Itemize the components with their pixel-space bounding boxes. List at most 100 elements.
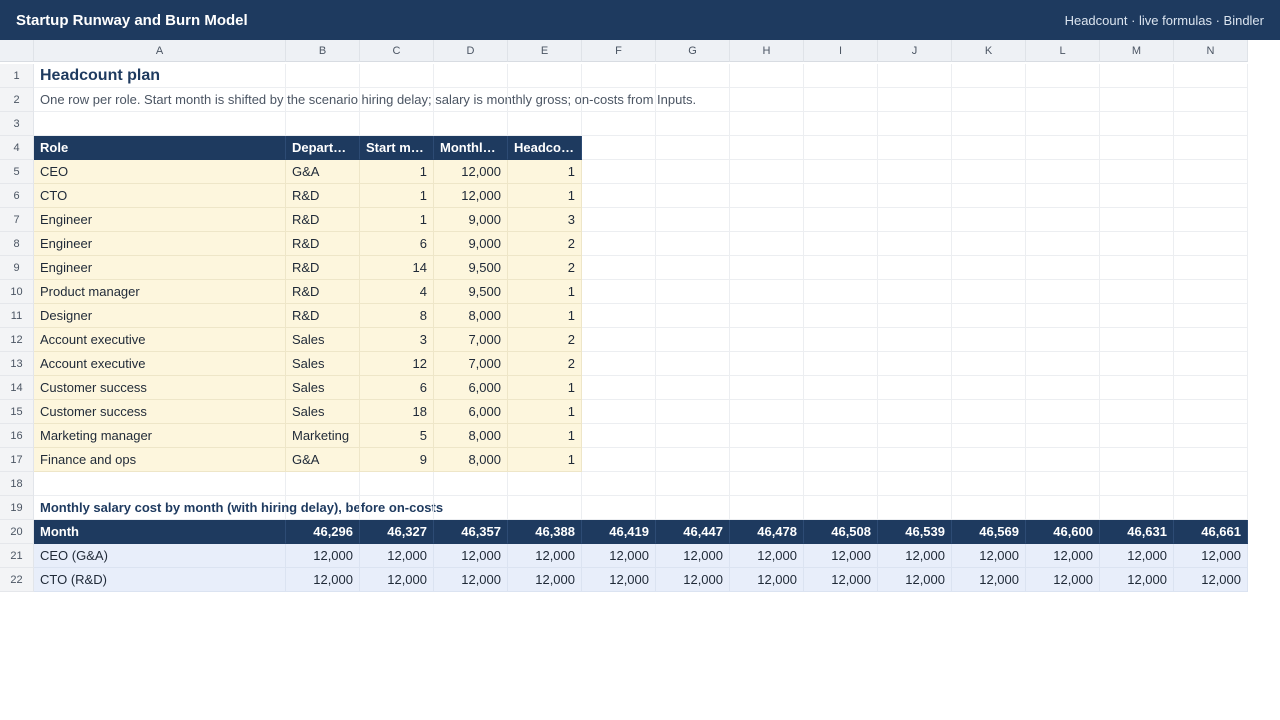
cell[interactable] xyxy=(952,64,1026,88)
cell[interactable] xyxy=(1100,256,1174,280)
row-header-2[interactable]: 2 xyxy=(0,88,34,112)
cell[interactable] xyxy=(804,280,878,304)
cell[interactable] xyxy=(360,496,434,520)
cell[interactable] xyxy=(804,424,878,448)
role-cell[interactable]: 12 xyxy=(360,352,434,376)
cell[interactable] xyxy=(1100,400,1174,424)
salary-cell[interactable]: 12,000 xyxy=(1026,544,1100,568)
cell[interactable] xyxy=(1100,352,1174,376)
cell[interactable] xyxy=(952,376,1026,400)
role-cell[interactable]: 6,000 xyxy=(434,400,508,424)
column-header-h[interactable]: H xyxy=(730,40,804,62)
salary-cell[interactable]: 12,000 xyxy=(360,568,434,592)
cell[interactable] xyxy=(1026,352,1100,376)
role-cell[interactable]: Account executive xyxy=(34,328,286,352)
cell[interactable] xyxy=(804,328,878,352)
salary-month-header[interactable]: 46,296 xyxy=(286,520,360,544)
role-cell[interactable]: 2 xyxy=(508,328,582,352)
cell[interactable] xyxy=(730,496,804,520)
cell[interactable] xyxy=(804,232,878,256)
row-header-19[interactable]: 19 xyxy=(0,496,34,520)
cell[interactable] xyxy=(804,352,878,376)
salary-month-header[interactable]: 46,388 xyxy=(508,520,582,544)
column-header-b[interactable]: B xyxy=(286,40,360,62)
cell[interactable] xyxy=(1026,280,1100,304)
cell[interactable] xyxy=(434,472,508,496)
cell[interactable] xyxy=(1100,64,1174,88)
column-header-e[interactable]: E xyxy=(508,40,582,62)
cell[interactable] xyxy=(804,496,878,520)
salary-cell[interactable]: 12,000 xyxy=(582,568,656,592)
cell[interactable] xyxy=(508,112,582,136)
cell[interactable] xyxy=(952,424,1026,448)
cell[interactable] xyxy=(878,496,952,520)
cell[interactable] xyxy=(656,232,730,256)
role-cell[interactable]: Finance and ops xyxy=(34,448,286,472)
role-cell[interactable]: 14 xyxy=(360,256,434,280)
cell[interactable] xyxy=(952,352,1026,376)
cell[interactable] xyxy=(656,472,730,496)
cell[interactable] xyxy=(730,232,804,256)
cell[interactable] xyxy=(1026,184,1100,208)
row-header-15[interactable]: 15 xyxy=(0,400,34,424)
role-cell[interactable]: Customer success xyxy=(34,400,286,424)
cell[interactable] xyxy=(360,88,434,112)
salary-cell[interactable]: 12,000 xyxy=(656,544,730,568)
column-header-l[interactable]: L xyxy=(1026,40,1100,62)
cell[interactable] xyxy=(1026,112,1100,136)
cell[interactable] xyxy=(952,184,1026,208)
cell[interactable] xyxy=(952,112,1026,136)
cell[interactable] xyxy=(952,400,1026,424)
cell[interactable] xyxy=(434,88,508,112)
row-header-12[interactable]: 12 xyxy=(0,328,34,352)
cell[interactable] xyxy=(1174,160,1248,184)
cell[interactable] xyxy=(952,88,1026,112)
cell[interactable] xyxy=(1026,64,1100,88)
row-header-13[interactable]: 13 xyxy=(0,352,34,376)
cell[interactable] xyxy=(1100,280,1174,304)
cell[interactable] xyxy=(582,448,656,472)
cell[interactable] xyxy=(1026,256,1100,280)
salary-row-label[interactable]: CTO (R&D) xyxy=(34,568,286,592)
column-header-m[interactable]: M xyxy=(1100,40,1174,62)
cell[interactable] xyxy=(1026,376,1100,400)
cell[interactable] xyxy=(1026,232,1100,256)
cell[interactable] xyxy=(1100,472,1174,496)
cell[interactable] xyxy=(582,376,656,400)
cell[interactable] xyxy=(878,472,952,496)
sheet-title[interactable]: Headcount plan xyxy=(34,64,286,88)
cell[interactable] xyxy=(508,496,582,520)
cell[interactable] xyxy=(508,88,582,112)
cell[interactable] xyxy=(1026,424,1100,448)
cell[interactable] xyxy=(656,352,730,376)
cell[interactable] xyxy=(434,496,508,520)
role-cell[interactable]: Engineer xyxy=(34,232,286,256)
cell[interactable] xyxy=(656,112,730,136)
cell[interactable] xyxy=(730,184,804,208)
cell[interactable] xyxy=(878,208,952,232)
role-cell[interactable]: 18 xyxy=(360,400,434,424)
role-cell[interactable]: 6 xyxy=(360,376,434,400)
cell[interactable] xyxy=(1174,472,1248,496)
salary-cell[interactable]: 12,000 xyxy=(1174,544,1248,568)
salary-cell[interactable]: 12,000 xyxy=(1174,568,1248,592)
cell[interactable] xyxy=(878,88,952,112)
role-cell[interactable]: Sales xyxy=(286,352,360,376)
cell[interactable] xyxy=(1100,448,1174,472)
role-cell[interactable]: 1 xyxy=(508,184,582,208)
role-cell[interactable]: 3 xyxy=(360,328,434,352)
cell[interactable] xyxy=(730,352,804,376)
role-cell[interactable]: R&D xyxy=(286,208,360,232)
row-header-18[interactable]: 18 xyxy=(0,472,34,496)
cell[interactable] xyxy=(656,328,730,352)
salary-month-header[interactable]: 46,508 xyxy=(804,520,878,544)
column-header-k[interactable]: K xyxy=(952,40,1026,62)
cell[interactable] xyxy=(730,448,804,472)
row-header-7[interactable]: 7 xyxy=(0,208,34,232)
role-cell[interactable]: Sales xyxy=(286,400,360,424)
salary-header-month[interactable]: Month xyxy=(34,520,286,544)
cell[interactable] xyxy=(1100,424,1174,448)
cell[interactable] xyxy=(34,472,286,496)
cell[interactable] xyxy=(878,136,952,160)
cell[interactable] xyxy=(804,184,878,208)
